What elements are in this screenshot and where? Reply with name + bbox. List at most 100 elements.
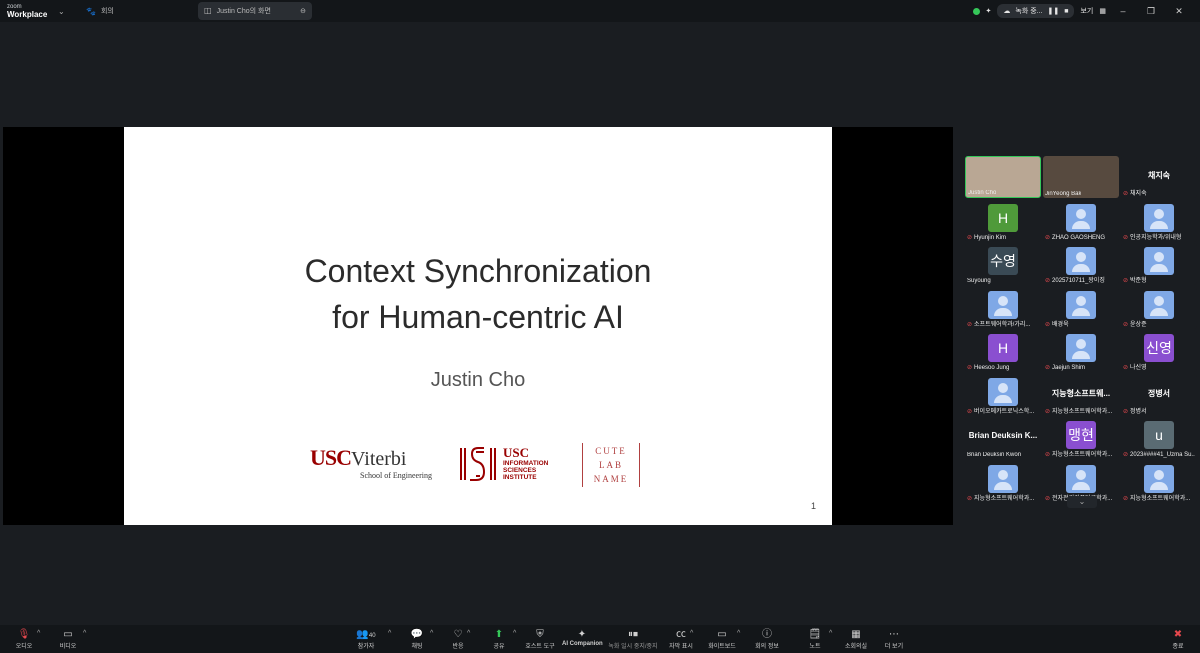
participant-tile[interactable]: u ⊘ 2023####41_Uzma Su... <box>1121 417 1197 459</box>
whiteboard-button[interactable]: ▭ 화이트보드 <box>706 628 738 650</box>
record-button[interactable]: ⏸⏹ 녹화 일시 중지/중지 <box>608 628 658 650</box>
participant-name-label: 지능형소프트웨어학과... <box>1130 495 1191 502</box>
share-caret-icon[interactable]: ^ <box>513 630 516 637</box>
participant-name: ⊘ 지능형소프트웨어학과... <box>1123 493 1190 502</box>
participant-tile[interactable]: ⊘ 버이오메카트로닉스학... <box>965 373 1041 416</box>
tab-share-screen[interactable]: ◫ Justin Cho의 화면 ⊖ <box>198 2 312 20</box>
whiteboard-label: 화이트보드 <box>708 644 736 650</box>
user-avatar-icon <box>1066 334 1096 362</box>
participant-name: JinYeong Bak <box>1045 191 1081 197</box>
close-icon[interactable]: ✕ <box>1168 6 1190 17</box>
chat-caret-icon[interactable]: ^ <box>430 630 433 637</box>
restore-icon[interactable]: ❐ <box>1140 6 1162 17</box>
participant-tile[interactable]: ⊘ 2025710711_왕이징 <box>1043 243 1119 285</box>
participant-tile[interactable]: ⊘ 윤상준 <box>1121 286 1197 329</box>
participant-tile[interactable]: 지능형소프트웨... ⊘ 지능형소프트웨어학과... <box>1043 373 1119 416</box>
participant-tile[interactable]: Justin Cho <box>965 156 1041 198</box>
slide-page-number: 1 <box>810 501 816 511</box>
participants-button[interactable]: 👥40 참가자 <box>354 628 378 650</box>
user-avatar-icon <box>988 464 1018 493</box>
participant-name: ⊘ 나신영 <box>1123 362 1147 371</box>
ai-companion-button[interactable]: ✦ AI Companion <box>562 628 603 647</box>
chevron-down-icon[interactable]: ⌄ <box>58 7 80 16</box>
whiteboard-caret-icon[interactable]: ^ <box>737 630 740 637</box>
mic-muted-icon: ⊘ <box>967 495 973 502</box>
participant-name: ⊘ 배경욱 <box>1045 319 1069 328</box>
screen-share-icon: ◫ <box>204 6 212 15</box>
tab-meeting[interactable]: 🐾 회의 <box>80 2 198 20</box>
participants-caret-icon[interactable]: ^ <box>388 630 391 637</box>
viterbi-wordmark: Viterbi <box>351 448 407 470</box>
mic-muted-icon: ⊘ <box>967 408 973 415</box>
end-meeting-button[interactable]: ✖ 종료 <box>1168 628 1188 650</box>
cute-lab-logo: CUTE LAB NAME <box>582 443 640 487</box>
video-camera-icon: ▭ <box>63 629 73 640</box>
breakout-rooms-button[interactable]: ▦ 소회의실 <box>843 628 869 650</box>
more-button[interactable]: ⋯ 더 보기 <box>882 628 906 650</box>
mic-muted-icon: ⊘ <box>1123 495 1129 502</box>
participant-name-label: Brian Deuksin Kwon <box>967 452 1022 458</box>
notes-button[interactable]: 🗒 노트 <box>806 628 824 650</box>
participant-tile[interactable]: ⊘ Jaejun Shim <box>1043 330 1119 372</box>
isi-usc-text: USC <box>503 445 530 460</box>
participant-tile[interactable]: 신영 ⊘ 나신영 <box>1121 330 1197 372</box>
participant-tile[interactable]: H ⊘ Hyunjin Kim <box>965 199 1041 242</box>
participant-tile[interactable]: 채지숙 ⊘ 채지숙 <box>1121 156 1197 198</box>
video-options-caret-icon[interactable]: ^ <box>83 630 86 637</box>
view-button[interactable]: 보기 <box>1080 6 1093 16</box>
participant-tile[interactable]: 정병서 ⊘ 정병서 <box>1121 373 1197 416</box>
participant-display-name: 정병서 <box>1147 388 1171 398</box>
whiteboard-icon: ▭ <box>717 629 727 640</box>
shared-screen: Context Synchronization for Human-centri… <box>3 127 953 525</box>
share-button[interactable]: ⬆ 공유 <box>490 628 508 650</box>
host-tools-button[interactable]: ⛨ 호스트 도구 <box>525 628 555 650</box>
participant-tile[interactable]: Brian Deuksin K... Brian Deuksin Kwon <box>965 417 1041 459</box>
security-shield-icon[interactable] <box>972 7 980 15</box>
cute-line3: NAME <box>593 474 629 484</box>
minimize-icon[interactable]: – <box>1112 6 1134 16</box>
participant-display-name: Brian Deuksin K... <box>968 431 1038 440</box>
video-button[interactable]: ▭ 비디오 <box>57 628 79 650</box>
notes-caret-icon[interactable]: ^ <box>829 630 832 637</box>
captions-caret-icon[interactable]: ^ <box>690 630 693 637</box>
user-avatar-icon <box>988 377 1018 406</box>
mic-muted-icon: ⊘ <box>967 321 973 328</box>
avatar: 신영 <box>1144 334 1174 362</box>
usc-viterbi-logo: USCViterbi School of Engineering <box>310 445 440 485</box>
breakout-grid-icon: ▦ <box>851 629 861 640</box>
more-icon[interactable]: ⊖ <box>300 7 306 15</box>
participant-tile[interactable]: JinYeong Bak <box>1043 156 1119 198</box>
participant-tile[interactable]: ⊘ ZHAO GAOSHENG <box>1043 199 1119 242</box>
gallery-scroll-down-button[interactable]: ⌄ <box>1067 496 1097 508</box>
stop-icon[interactable]: ■ <box>1064 8 1068 15</box>
sparkle-icon[interactable]: ✦ <box>986 7 992 15</box>
paw-icon: 🐾 <box>86 6 96 16</box>
more-label: 더 보기 <box>884 644 904 650</box>
participant-tile[interactable]: ⊘ 소프트웨어학과/가리... <box>965 286 1041 329</box>
participant-name: ⊘ 버이오메카트로닉스학... <box>967 406 1034 415</box>
chat-button[interactable]: 💬 채팅 <box>408 628 426 650</box>
react-caret-icon[interactable]: ^ <box>467 630 470 637</box>
pause-icon[interactable]: ❚❚ <box>1048 7 1060 15</box>
participant-tile[interactable]: ⊘ 인공지능학과/위내형 <box>1121 199 1197 242</box>
participant-name: Justin Cho <box>968 190 996 196</box>
mic-muted-icon: ⊘ <box>1045 408 1051 415</box>
user-avatar-icon <box>1066 290 1096 319</box>
participant-tile[interactable]: ⊘ 지능형소프트웨어학과... <box>965 460 1041 503</box>
meeting-info-button[interactable]: ⓘ 회의 정보 <box>754 628 780 650</box>
grid-view-icon[interactable]: ▦ <box>1099 7 1106 15</box>
cute-line2: LAB <box>599 460 623 470</box>
audio-button[interactable]: 🎙 오디오 <box>14 628 34 650</box>
audio-options-caret-icon[interactable]: ^ <box>37 630 40 637</box>
participant-tile[interactable]: 맹현 ⊘ 지능형소프트웨어학과... <box>1043 417 1119 459</box>
participant-tile[interactable]: 수영 Suyoung <box>965 243 1041 285</box>
breakout-label: 소회의실 <box>844 644 868 650</box>
participant-tile[interactable]: ⊘ 배경욱 <box>1043 286 1119 329</box>
react-button[interactable]: ♡ 반응 <box>449 628 467 650</box>
participant-tile[interactable]: ⊘ 지능형소프트웨어학과... <box>1121 460 1197 503</box>
participant-tile[interactable]: H ⊘ Heesoo Jung <box>965 330 1041 372</box>
participant-tile[interactable]: ⊘ 박준형 <box>1121 243 1197 285</box>
recording-indicator[interactable]: ☁ 녹화 중... ❚❚ ■ <box>997 4 1075 18</box>
user-avatar-icon <box>1144 247 1174 275</box>
mic-muted-icon: ⊘ <box>1123 408 1129 415</box>
